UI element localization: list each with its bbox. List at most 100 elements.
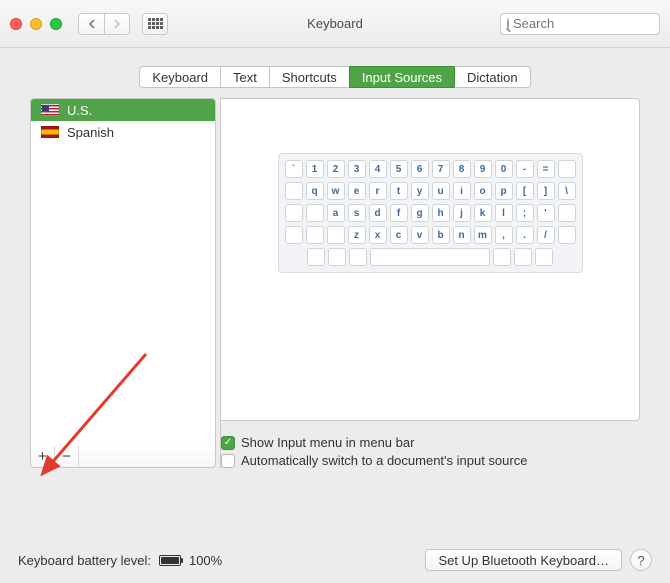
key: l [495, 204, 513, 222]
key-blank: . [307, 248, 325, 266]
key: 0 [495, 160, 513, 178]
key: v [411, 226, 429, 244]
option-label: Show Input menu in menu bar [241, 435, 414, 450]
key-blank: . [493, 248, 511, 266]
options-group: ✓ Show Input menu in menu bar Automatica… [221, 435, 640, 468]
list-item[interactable]: Spanish [31, 121, 215, 143]
key: k [474, 204, 492, 222]
content-area: U.S. Spanish + − `1234567890-=. .qwertyui… [30, 98, 640, 468]
key: x [369, 226, 387, 244]
checkbox-checked[interactable]: ✓ [221, 436, 235, 450]
key: / [537, 226, 555, 244]
grid-icon [148, 18, 163, 29]
key: c [390, 226, 408, 244]
key: n [453, 226, 471, 244]
keyboard-row: `1234567890-=. [285, 160, 576, 178]
list-item-label: Spanish [67, 125, 114, 140]
key: , [495, 226, 513, 244]
back-button[interactable] [78, 13, 104, 35]
tab-shortcuts[interactable]: Shortcuts [269, 66, 349, 88]
key: 7 [432, 160, 450, 178]
search-input[interactable] [513, 16, 670, 31]
key: i [453, 182, 471, 200]
toolbar: Keyboard [0, 0, 670, 48]
key-blank: . [306, 204, 324, 222]
add-source-button[interactable]: + [31, 446, 55, 467]
key: j [453, 204, 471, 222]
search-icon [507, 18, 509, 30]
preview-column: `1234567890-=. .qwertyuiop[]\ ..asdfghjkl;… [220, 98, 640, 468]
keyboard-graphic: `1234567890-=. .qwertyuiop[]\ ..asdfghjkl;… [278, 153, 583, 273]
setup-bluetooth-button[interactable]: Set Up Bluetooth Keyboard… [425, 549, 622, 571]
key: 4 [369, 160, 387, 178]
key: w [327, 182, 345, 200]
search-field[interactable] [500, 13, 660, 35]
zoom-window-button[interactable] [50, 18, 62, 30]
key: q [306, 182, 324, 200]
spacebar-key: . [370, 248, 490, 266]
tab-text[interactable]: Text [220, 66, 269, 88]
list-item[interactable]: U.S. [31, 99, 215, 121]
key-blank: . [285, 182, 303, 200]
key-blank: . [328, 248, 346, 266]
tab-input-sources[interactable]: Input Sources [349, 66, 454, 88]
minimize-window-button[interactable] [30, 18, 42, 30]
key: a [327, 204, 345, 222]
remove-source-button[interactable]: − [55, 446, 79, 467]
key: b [432, 226, 450, 244]
key-blank: . [327, 226, 345, 244]
key: t [390, 182, 408, 200]
option-label: Automatically switch to a document's inp… [241, 453, 527, 468]
flag-icon-us [41, 104, 59, 116]
key-blank: . [514, 248, 532, 266]
strip-spacer [79, 446, 215, 467]
sources-column: U.S. Spanish + − [30, 98, 216, 468]
key: 9 [474, 160, 492, 178]
prefs-tabs: Keyboard Text Shortcuts Input Sources Di… [0, 66, 670, 88]
checkbox-unchecked[interactable] [221, 454, 235, 468]
key: 6 [411, 160, 429, 178]
key: y [411, 182, 429, 200]
key: g [411, 204, 429, 222]
keyboard-row: ..asdfghjkl;'. [285, 204, 576, 222]
close-window-button[interactable] [10, 18, 22, 30]
key-blank: . [558, 204, 576, 222]
key: 8 [453, 160, 471, 178]
key-blank: . [535, 248, 553, 266]
keyboard-row: ....... [285, 248, 576, 266]
window-controls [10, 18, 62, 30]
nav-buttons [78, 13, 130, 35]
key: d [369, 204, 387, 222]
help-button[interactable]: ? [630, 549, 652, 571]
auto-switch-option[interactable]: Automatically switch to a document's inp… [221, 453, 640, 468]
tab-dictation[interactable]: Dictation [454, 66, 531, 88]
keyboard-row: .qwertyuiop[]\ [285, 182, 576, 200]
key: 1 [306, 160, 324, 178]
battery-icon [159, 555, 181, 566]
show-input-menu-option[interactable]: ✓ Show Input menu in menu bar [221, 435, 640, 450]
keyboard-preview: `1234567890-=. .qwertyuiop[]\ ..asdfghjkl;… [221, 98, 640, 421]
key: o [474, 182, 492, 200]
key: m [474, 226, 492, 244]
key: u [432, 182, 450, 200]
key: r [369, 182, 387, 200]
key: - [516, 160, 534, 178]
key: 3 [348, 160, 366, 178]
forward-button[interactable] [104, 13, 130, 35]
key: [ [516, 182, 534, 200]
key: = [537, 160, 555, 178]
key: ' [537, 204, 555, 222]
key-blank: . [306, 226, 324, 244]
key: ; [516, 204, 534, 222]
list-item-label: U.S. [67, 103, 92, 118]
key-blank: . [558, 226, 576, 244]
show-all-button[interactable] [142, 13, 168, 35]
tab-keyboard[interactable]: Keyboard [139, 66, 220, 88]
key: z [348, 226, 366, 244]
key: ] [537, 182, 555, 200]
key: 2 [327, 160, 345, 178]
key: \ [558, 182, 576, 200]
input-sources-list[interactable]: U.S. Spanish [30, 98, 216, 446]
key: 5 [390, 160, 408, 178]
key-blank: . [285, 204, 303, 222]
